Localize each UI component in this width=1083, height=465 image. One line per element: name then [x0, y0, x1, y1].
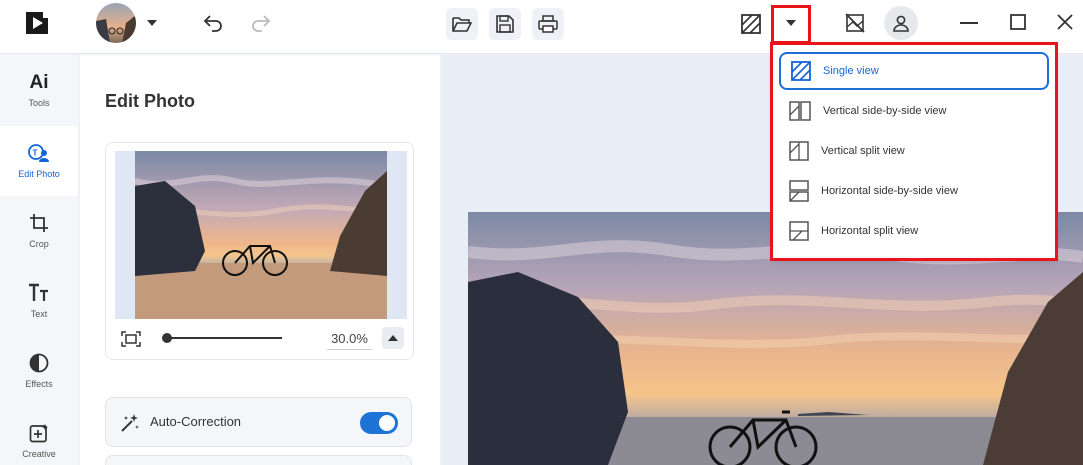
save-button[interactable]	[489, 8, 521, 40]
view-menu-highlight	[770, 42, 1058, 261]
panel-title: Edit Photo	[105, 91, 195, 111]
rail-item-creative[interactable]: Creative	[0, 406, 78, 465]
effects-icon	[29, 353, 49, 373]
user-icon[interactable]	[884, 6, 918, 40]
fit-screen-icon[interactable]	[120, 330, 142, 348]
rail-item-text[interactable]: Text	[0, 266, 78, 336]
creative-icon	[29, 424, 48, 443]
rail-item-crop[interactable]: Crop	[0, 196, 78, 266]
close-icon[interactable]	[1054, 11, 1076, 33]
rail-item-effects[interactable]: Effects	[0, 336, 78, 406]
undo-icon[interactable]	[201, 11, 225, 35]
rail-item-label: Text	[30, 309, 48, 319]
rail-item-label: Creative	[22, 449, 56, 459]
svg-text:T: T	[33, 149, 38, 158]
compare-off-icon[interactable]	[843, 11, 867, 35]
minimize-icon[interactable]	[958, 12, 980, 34]
collapse-navigator-button[interactable]	[382, 327, 404, 349]
ai-icon: Ai	[29, 71, 49, 93]
edit-panel: Edit Photo 30.0% Auto-Correction	[80, 55, 440, 465]
chevron-down-icon[interactable]	[145, 16, 159, 30]
open-button[interactable]	[446, 8, 478, 40]
view-mode-button[interactable]	[738, 11, 764, 37]
rail-item-label: Crop	[29, 239, 49, 249]
single-view-icon	[741, 14, 761, 34]
zoom-slider-handle[interactable]	[162, 333, 172, 343]
navigator-thumbnail	[135, 151, 387, 319]
edit-photo-icon: T	[28, 144, 49, 162]
rail-item-label: Tools	[28, 97, 50, 108]
folder-open-icon	[452, 17, 472, 32]
next-option-row[interactable]	[105, 455, 412, 465]
magic-wand-icon	[120, 413, 140, 433]
zoom-slider[interactable]	[164, 337, 282, 339]
maximize-icon[interactable]	[1007, 11, 1029, 33]
redo-icon[interactable]	[249, 11, 273, 35]
zoom-value[interactable]: 30.0%	[327, 331, 372, 350]
auto-correction-toggle[interactable]	[360, 412, 398, 434]
navigator-thumbnail-area[interactable]	[115, 151, 407, 319]
left-rail: Ai Tools T Edit Photo Crop Text Effects …	[0, 55, 78, 465]
text-icon	[29, 283, 48, 301]
avatar[interactable]	[96, 3, 136, 43]
caret-up-icon	[388, 335, 398, 341]
save-icon	[496, 15, 514, 33]
print-icon	[538, 15, 558, 33]
rail-item-edit-photo[interactable]: T Edit Photo	[0, 126, 78, 196]
auto-correction-label: Auto-Correction	[150, 414, 242, 429]
rail-item-label: Edit Photo	[18, 169, 60, 179]
rail-item-label: Effects	[25, 379, 53, 389]
print-button[interactable]	[532, 8, 564, 40]
navigator-card: 30.0%	[105, 142, 414, 360]
view-dropdown-highlight	[771, 5, 811, 44]
auto-correction-row[interactable]: Auto-Correction	[105, 397, 412, 447]
app-logo-icon	[25, 10, 51, 36]
crop-icon	[30, 214, 48, 232]
rail-item-tools[interactable]: Ai Tools	[0, 55, 78, 125]
